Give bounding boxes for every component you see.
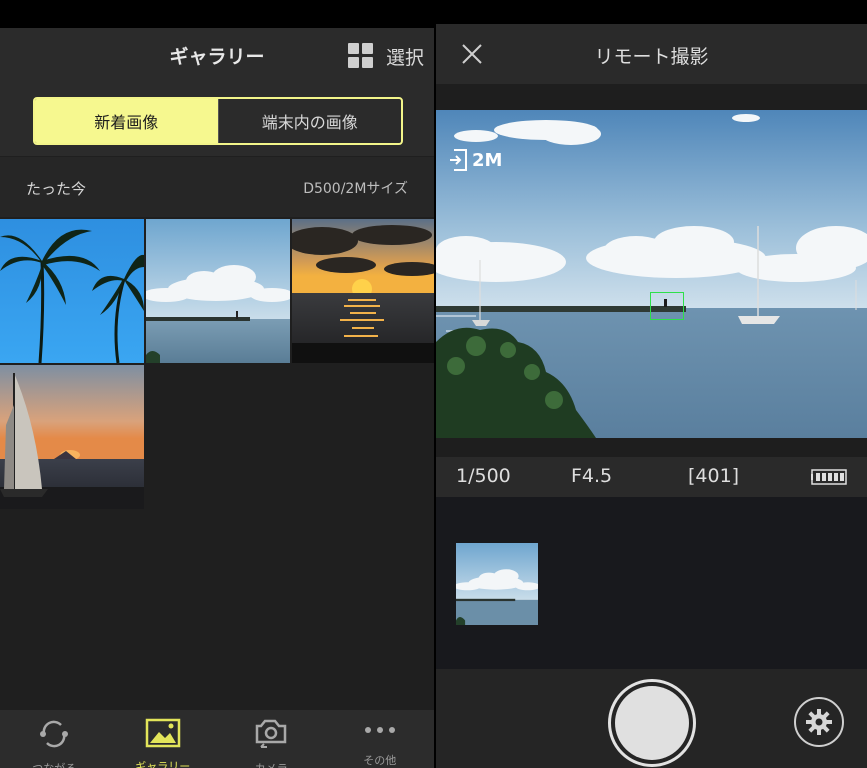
af-point (650, 292, 684, 320)
tab-device-images[interactable]: 端末内の画像 (217, 99, 402, 143)
tab-more[interactable]: その他 (326, 710, 435, 768)
spacer (436, 438, 867, 457)
aperture: F4.5 (571, 465, 613, 487)
exposure-info-bar: 1/500 F4.5 [401] (436, 457, 867, 497)
remote-shooting-screen: リモート撮影 2M 1/500 F4.5 [401] (436, 0, 867, 768)
tab-camera[interactable]: カメラ (217, 710, 326, 768)
shutter-button[interactable] (608, 679, 696, 767)
select-label: 選択 (385, 46, 424, 69)
camera-icon (256, 719, 287, 748)
tab-connect-label: つながる (32, 760, 76, 768)
connect-icon (40, 720, 69, 748)
battery-icon (811, 469, 847, 485)
tab-gallery-label: ギャラリー (135, 760, 191, 768)
section-header: たった今 D500/2Mサイズ (0, 157, 434, 217)
grid-icon (347, 43, 374, 69)
gear-icon (806, 709, 832, 735)
bottom-tab-bar: つながる ギャラリー (0, 710, 434, 768)
status-bar (0, 0, 434, 28)
thumbnail-sunset-clouds[interactable] (292, 219, 434, 363)
image-size-label: 2M (472, 149, 503, 171)
gallery-header: ギャラリー 選択 (0, 28, 434, 84)
status-bar (436, 0, 867, 24)
tab-gallery[interactable]: ギャラリー (109, 710, 218, 768)
gallery-screen: ギャラリー 選択 新着画像 端末内の画像 たった今 D500/2Mサイズ ギャラ… (0, 0, 434, 768)
more-icon (364, 727, 395, 733)
tab-more-label: その他 (363, 754, 397, 767)
thumbnail-palm-trees[interactable] (0, 219, 144, 363)
screen: ギャラリー 選択 新着画像 端末内の画像 たった今 D500/2Mサイズ ギャラ… (0, 0, 867, 768)
shots-remaining: [401] (688, 465, 740, 487)
select-button[interactable]: 選択 (347, 40, 424, 72)
card-slot-icon (450, 149, 467, 171)
shutter-speed: 1/500 (456, 465, 511, 487)
image-size-badge: 2M (450, 146, 502, 174)
segmented-control: 新着画像 端末内の画像 (33, 97, 403, 145)
page-title: リモート撮影 (594, 46, 709, 68)
thumbnail-sailboat-sunset[interactable] (0, 365, 144, 509)
recent-shot-area (436, 497, 867, 669)
shutter-control-bar (436, 669, 867, 768)
tab-connect[interactable]: つながる (0, 710, 109, 768)
shutter-button-inner (615, 686, 689, 760)
live-view[interactable]: 2M (436, 110, 867, 438)
settings-button[interactable] (794, 697, 844, 747)
recent-shot-thumbnail[interactable] (456, 543, 538, 625)
gallery-icon (145, 718, 180, 748)
tab-camera-label: カメラ (255, 760, 288, 768)
section-time-label: たった今 (26, 180, 87, 198)
tab-new-images[interactable]: 新着画像 (35, 99, 218, 143)
section-size-label: D500/2Mサイズ (303, 181, 408, 197)
thumbnail-sea-clouds[interactable] (146, 219, 290, 363)
remote-header: リモート撮影 (436, 24, 867, 84)
spacer (436, 84, 867, 110)
